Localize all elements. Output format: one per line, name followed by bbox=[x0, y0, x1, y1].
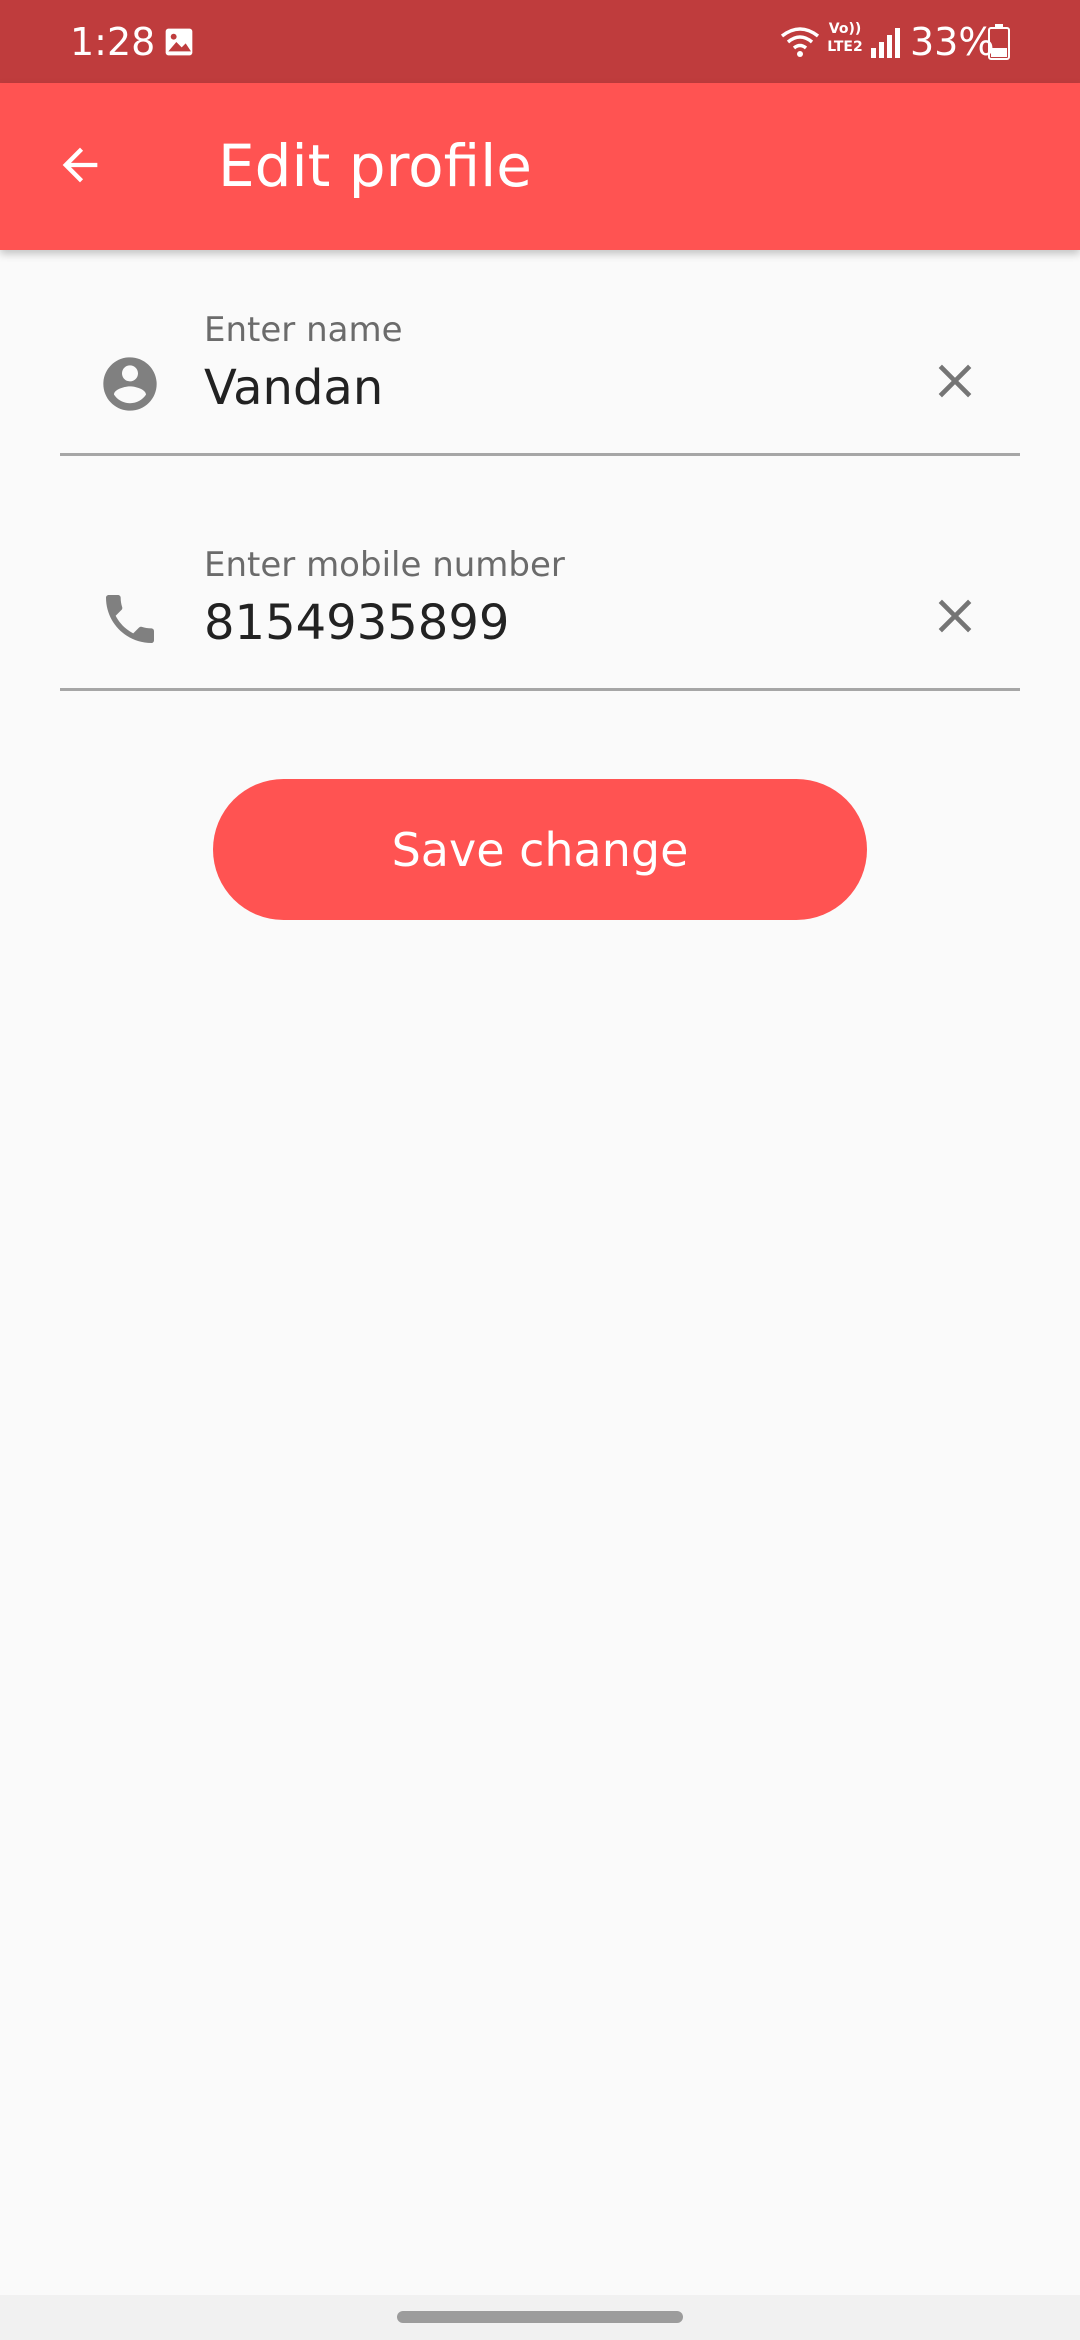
signal-icon bbox=[870, 26, 900, 58]
status-time: 1:28 bbox=[70, 20, 156, 64]
home-handle[interactable] bbox=[397, 2311, 683, 2323]
phone-icon bbox=[98, 587, 162, 651]
name-field-label: Enter name bbox=[204, 310, 403, 350]
battery-icon bbox=[988, 24, 1010, 60]
account-circle-icon bbox=[98, 352, 162, 416]
page-title: Edit profile bbox=[218, 132, 532, 200]
clear-name-button[interactable] bbox=[920, 348, 990, 418]
gallery-icon bbox=[163, 26, 195, 58]
name-field: Enter name bbox=[60, 300, 1020, 456]
arrow-back-icon bbox=[54, 139, 106, 195]
wifi-icon bbox=[778, 24, 822, 60]
status-bar: 1:28 Vo)) LTE2 33% bbox=[0, 0, 1080, 83]
battery-level: 33% bbox=[910, 20, 995, 64]
save-change-button[interactable]: Save change bbox=[213, 779, 867, 920]
mobile-field-label: Enter mobile number bbox=[204, 545, 565, 585]
close-icon bbox=[927, 353, 983, 413]
clear-mobile-button[interactable] bbox=[920, 583, 990, 653]
name-input[interactable] bbox=[204, 358, 904, 418]
mobile-input[interactable] bbox=[204, 593, 904, 653]
close-icon bbox=[927, 588, 983, 648]
volte-icon: Vo)) LTE2 bbox=[827, 21, 863, 55]
mobile-field: Enter mobile number bbox=[60, 535, 1020, 691]
navigation-bar bbox=[0, 2295, 1080, 2340]
app-bar: Edit profile bbox=[0, 83, 1080, 250]
back-button[interactable] bbox=[40, 127, 120, 207]
